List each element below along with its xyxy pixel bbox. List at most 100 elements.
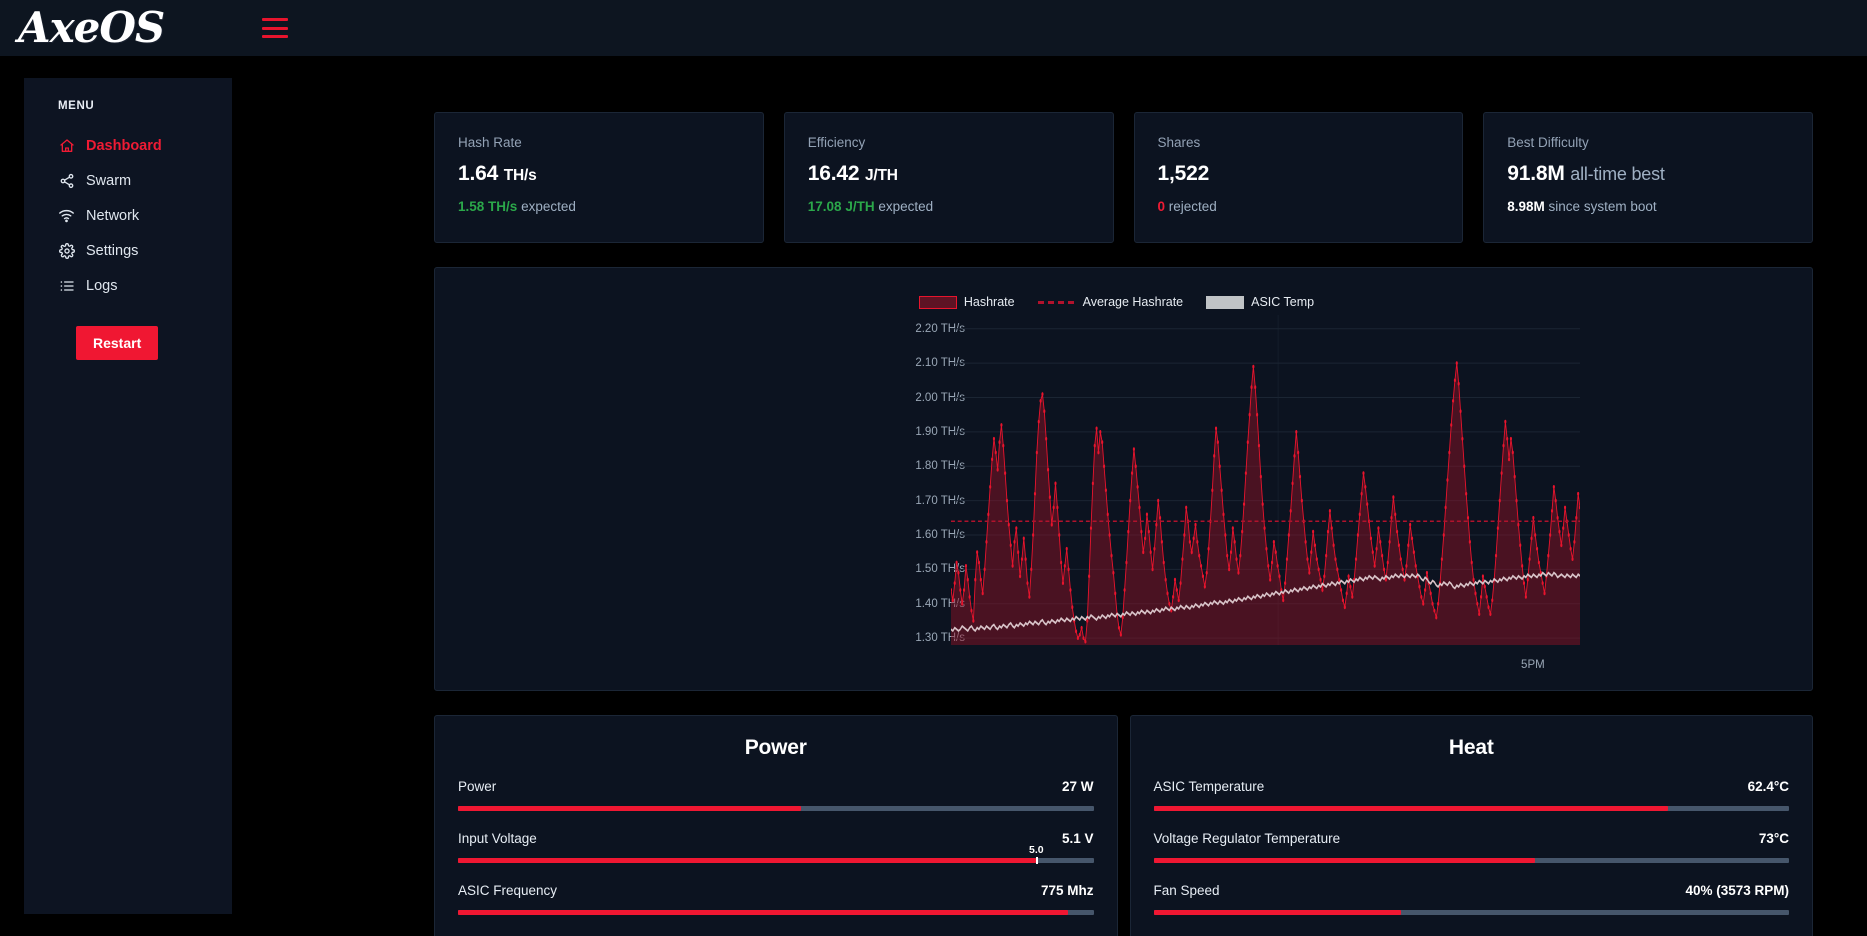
stat-sub-word: rejected	[1169, 199, 1217, 214]
sidebar-item-swarm[interactable]: Swarm	[24, 163, 232, 198]
metric-row-fan-speed: Fan Speed 40% (3573 RPM)	[1154, 883, 1790, 915]
metric-name: Fan Speed	[1154, 883, 1220, 898]
metric-value: 5.1 V	[1062, 831, 1094, 846]
metric-value: 62.4°C	[1748, 779, 1789, 794]
stat-sub-number: 1.58	[458, 199, 484, 214]
sidebar-item-logs[interactable]: Logs	[24, 268, 232, 303]
gear-icon	[58, 242, 75, 259]
sidebar-item-network[interactable]: Network	[24, 198, 232, 233]
sidebar-title: MENU	[24, 100, 232, 128]
progress-bar-track	[458, 806, 1094, 811]
stat-value: 1,522	[1158, 162, 1439, 186]
metric-row-voltage-regulator-temperature: Voltage Regulator Temperature 73°C	[1154, 831, 1790, 863]
stat-value-number: 1,522	[1158, 162, 1210, 185]
metric-value: 775 Mhz	[1041, 883, 1094, 898]
progress-bar-fill	[458, 858, 1036, 863]
legend-label: ASIC Temp	[1251, 295, 1314, 309]
metric-head: Input Voltage 5.1 V	[458, 831, 1094, 846]
page-shell: MENU Dashboard Swarm Network Settings	[0, 56, 1867, 936]
stat-card-hash-rate: Hash Rate 1.64 TH/s 1.58 TH/s expected	[434, 112, 764, 243]
hamburger-line	[262, 27, 288, 30]
heat-panel: Heat ASIC Temperature 62.4°C Voltage Reg…	[1130, 715, 1814, 936]
hashrate-chart-panel: Hashrate Average Hashrate ASIC Temp 2.20…	[434, 267, 1813, 691]
stat-value-unit: TH/s	[504, 167, 537, 184]
bottom-panels-row: Power Power 27 W Input Voltage 5.1 V	[434, 715, 1813, 936]
metric-row-input-voltage: Input Voltage 5.1 V 5.0	[458, 831, 1094, 863]
menu-toggle-icon[interactable]	[262, 18, 288, 38]
metric-head: Power 27 W	[458, 779, 1094, 794]
sidebar-item-label: Dashboard	[86, 138, 162, 154]
chart-svg	[951, 315, 1580, 645]
stat-label: Shares	[1158, 135, 1439, 150]
stat-sub-unit: TH/s	[488, 199, 517, 214]
legend-swatch-asic-temp-icon	[1206, 296, 1244, 309]
stat-value: 1.64 TH/s	[458, 162, 739, 186]
progress-bar-track	[1154, 858, 1790, 863]
stat-value: 16.42 J/TH	[808, 162, 1089, 186]
sidebar-item-settings[interactable]: Settings	[24, 233, 232, 268]
progress-bar-track	[1154, 910, 1790, 915]
metric-name: ASIC Frequency	[458, 883, 557, 898]
metric-row-asic-frequency: ASIC Frequency 775 Mhz	[458, 883, 1094, 915]
x-axis-tick: 5PM	[1521, 659, 1545, 671]
sidebar-item-dashboard[interactable]: Dashboard	[24, 128, 232, 163]
progress-bar-fill	[1154, 806, 1669, 811]
stat-sub: 17.08 J/TH expected	[808, 199, 1089, 214]
chart-legend: Hashrate Average Hashrate ASIC Temp	[435, 291, 1812, 313]
metric-head: Fan Speed 40% (3573 RPM)	[1154, 883, 1790, 898]
metric-name: ASIC Temperature	[1154, 779, 1265, 794]
progress-bar-fill	[1154, 858, 1535, 863]
metric-value: 40% (3573 RPM)	[1685, 883, 1789, 898]
progress-bar-track	[458, 910, 1094, 915]
progress-bar-marker-label: 5.0	[1029, 844, 1044, 856]
legend-item-asic-temp[interactable]: ASIC Temp	[1206, 295, 1314, 309]
metric-row-asic-temperature: ASIC Temperature 62.4°C	[1154, 779, 1790, 811]
metric-name: Input Voltage	[458, 831, 537, 846]
home-icon	[58, 137, 75, 154]
metric-head: ASIC Frequency 775 Mhz	[458, 883, 1094, 898]
hamburger-line	[262, 18, 288, 21]
sidebar-item-label: Network	[86, 208, 139, 224]
share-nodes-icon	[58, 172, 75, 189]
stats-row: Hash Rate 1.64 TH/s 1.58 TH/s expected E…	[232, 112, 1867, 243]
list-icon	[58, 277, 75, 294]
stat-sub-number: 8.98M	[1507, 199, 1545, 214]
stat-sub-word: since system boot	[1549, 199, 1657, 214]
sidebar-item-label: Settings	[86, 243, 138, 259]
stat-sub: 0 rejected	[1158, 199, 1439, 214]
legend-swatch-average-icon	[1038, 296, 1076, 309]
stat-card-efficiency: Efficiency 16.42 J/TH 17.08 J/TH expecte…	[784, 112, 1114, 243]
metric-name: Voltage Regulator Temperature	[1154, 831, 1341, 846]
metric-head: Voltage Regulator Temperature 73°C	[1154, 831, 1790, 846]
legend-item-average-hashrate[interactable]: Average Hashrate	[1038, 295, 1184, 309]
chart-plot-area[interactable]	[951, 315, 1580, 645]
stat-sub-word: expected	[878, 199, 933, 214]
stat-value: 91.8M all-time best	[1507, 162, 1788, 186]
wifi-icon	[58, 207, 75, 224]
stat-sub: 1.58 TH/s expected	[458, 199, 739, 214]
legend-label: Hashrate	[964, 295, 1015, 309]
stat-card-shares: Shares 1,522 0 rejected	[1134, 112, 1464, 243]
progress-bar-fill	[1154, 910, 1402, 915]
progress-bar-track	[1154, 806, 1790, 811]
restart-button[interactable]: Restart	[76, 326, 158, 360]
legend-swatch-hashrate-icon	[919, 296, 957, 309]
stat-value-number: 16.42	[808, 162, 860, 185]
stat-sub-number: 0	[1158, 199, 1166, 214]
sidebar-item-label: Swarm	[86, 173, 131, 189]
stat-value-number: 1.64	[458, 162, 498, 185]
legend-label: Average Hashrate	[1083, 295, 1184, 309]
main-content: Hash Rate 1.64 TH/s 1.58 TH/s expected E…	[232, 56, 1867, 936]
power-panel-title: Power	[458, 736, 1094, 760]
chart-plot-wrapper: 2.20 TH/s2.10 TH/s2.00 TH/s1.90 TH/s1.80…	[435, 315, 1812, 675]
legend-item-hashrate[interactable]: Hashrate	[919, 295, 1015, 309]
sidebar-item-label: Logs	[86, 278, 117, 294]
stat-label: Hash Rate	[458, 135, 739, 150]
stat-sub-word: expected	[521, 199, 576, 214]
top-bar: AxeOS	[0, 0, 1867, 56]
progress-bar-marker	[1036, 857, 1038, 864]
stat-value-suffix: all-time best	[1570, 164, 1664, 184]
stat-label: Best Difficulty	[1507, 135, 1788, 150]
metric-head: ASIC Temperature 62.4°C	[1154, 779, 1790, 794]
stat-card-best-difficulty: Best Difficulty 91.8M all-time best 8.98…	[1483, 112, 1813, 243]
